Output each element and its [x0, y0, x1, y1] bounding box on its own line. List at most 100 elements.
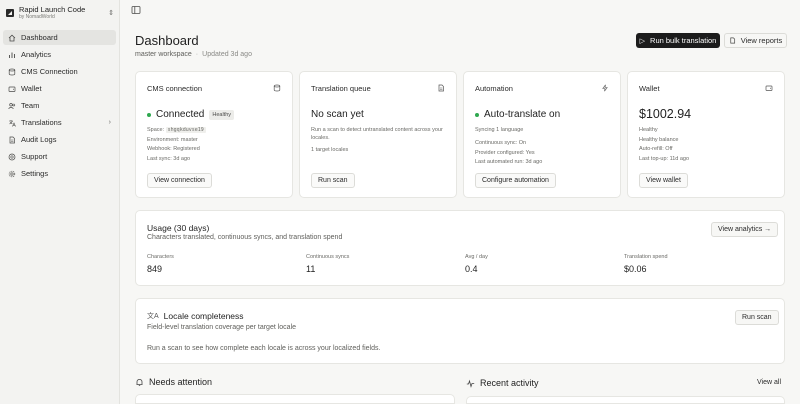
recent-activity-panel	[466, 396, 785, 404]
wallet-details: Healthy Healthy balance Auto-refill: Off…	[639, 127, 690, 162]
home-icon	[8, 34, 16, 42]
wallet-balance: $1002.94	[639, 107, 692, 121]
document-icon	[437, 84, 445, 92]
main-content: Dashboard master workspace · Updated 3d ag…	[120, 0, 800, 404]
sidebar-item-label: Settings	[21, 169, 49, 178]
view-reports-button[interactable]: View reports	[724, 33, 787, 48]
locale-completeness-card: 文A Locale completeness Field-level trans…	[135, 298, 785, 364]
languages-icon	[8, 119, 16, 127]
sidebar: Rapid Launch Code by NomadWorld ⇕ Dashbo…	[0, 0, 120, 404]
sidebar-item-settings[interactable]: Settings	[3, 166, 116, 181]
cms-details: Space: shgqkduvse19 Environment: master …	[147, 127, 206, 162]
sidebar-item-wallet[interactable]: Wallet	[3, 81, 116, 96]
sidebar-item-label: Wallet	[21, 84, 42, 93]
wallet-icon	[765, 84, 773, 92]
usage-title: Usage (30 days)	[147, 223, 210, 233]
recent-activity-header: Recent activity	[466, 378, 539, 388]
locale-subtitle: Field-level translation coverage per tar…	[147, 324, 297, 331]
sidebar-item-label: CMS Connection	[21, 67, 78, 76]
view-connection-button[interactable]: View connection	[147, 173, 212, 188]
sidebar-item-label: Translations	[21, 118, 62, 127]
workspace-logo-icon	[6, 9, 14, 17]
database-icon	[273, 84, 281, 92]
metric-value: 0.4	[465, 264, 478, 274]
chevron-updown-icon: ⇕	[108, 10, 114, 17]
sidebar-item-label: Audit Logs	[21, 135, 57, 144]
needs-attention-header: Needs attention	[135, 377, 212, 387]
bell-icon	[135, 378, 144, 387]
locale-title: Locale completeness	[163, 311, 244, 321]
usage-card: Usage (30 days) Characters translated, c…	[135, 210, 785, 286]
configure-automation-button[interactable]: Configure automation	[475, 173, 556, 188]
space-id: shgqkduvse19	[165, 127, 206, 133]
needs-attention-panel	[135, 394, 455, 404]
document-icon	[729, 37, 736, 44]
queue-status: No scan yet	[311, 109, 364, 120]
status-dot	[475, 112, 479, 117]
run-scan-button[interactable]: Run scan	[311, 173, 355, 188]
syncing-count: Syncing 1 language	[475, 127, 524, 133]
database-icon	[8, 68, 16, 76]
connection-status: Connected Healthy	[147, 109, 235, 120]
view-all-link[interactable]: View all	[757, 379, 781, 386]
support-icon	[8, 153, 16, 161]
sidebar-item-dashboard[interactable]: Dashboard	[3, 30, 116, 45]
sidebar-nav: Dashboard Analytics CMS Connection Walle…	[3, 30, 116, 183]
sidebar-item-label: Support	[21, 152, 48, 161]
view-analytics-button[interactable]: View analytics →	[711, 222, 779, 237]
run-scan-button[interactable]: Run scan	[735, 310, 779, 325]
analytics-icon	[8, 51, 16, 59]
workspace-switcher[interactable]: Rapid Launch Code by NomadWorld ⇕	[6, 4, 114, 22]
workspace-name: Rapid Launch Code	[19, 5, 86, 15]
metric-value: 849	[147, 264, 163, 274]
wallet-card: Wallet $1002.94 Healthy Healthy balance …	[627, 71, 785, 198]
sidebar-item-analytics[interactable]: Analytics	[3, 47, 116, 62]
sidebar-item-cms-connection[interactable]: CMS Connection	[3, 64, 116, 79]
translation-queue-card: Translation queue No scan yet Run a scan…	[299, 71, 457, 198]
sidebar-item-audit-logs[interactable]: Audit Logs	[3, 132, 116, 147]
workspace-label: master workspace	[135, 51, 192, 58]
page-subtitle: master workspace · Updated 3d ago	[135, 51, 252, 58]
automation-status: Auto-translate on	[475, 109, 560, 120]
updated-label: Updated 3d ago	[202, 51, 252, 58]
locale-message: Run a scan to see how complete each loca…	[147, 345, 381, 352]
target-locales: 1 target locales	[311, 147, 349, 153]
play-icon: ▷	[639, 37, 646, 45]
sidebar-item-label: Analytics	[21, 50, 52, 59]
sidebar-item-support[interactable]: Support	[3, 149, 116, 164]
cms-connection-card: CMS connection Connected Healthy Space: …	[135, 71, 293, 198]
status-badge: Healthy	[209, 109, 235, 120]
sidebar-item-label: Team	[21, 101, 40, 110]
view-wallet-button[interactable]: View wallet	[639, 173, 688, 188]
gear-icon	[8, 170, 16, 178]
card-title: Automation	[475, 84, 513, 93]
document-icon	[8, 136, 16, 144]
card-title: Wallet	[639, 84, 660, 93]
run-bulk-translation-button[interactable]: ▷ Run bulk translation	[636, 33, 720, 48]
metric-value: 11	[306, 264, 316, 274]
sidebar-toggle-icon[interactable]	[131, 5, 141, 15]
languages-icon: 文A	[147, 313, 159, 320]
metric-label: Translation spend	[624, 254, 668, 260]
sidebar-item-translations[interactable]: Translations ›	[3, 115, 116, 130]
card-title: Translation queue	[311, 84, 371, 93]
automation-details: Continuous sync: On Provider configured:…	[475, 140, 543, 165]
queue-description: Run a scan to detect untranslated conten…	[311, 127, 443, 141]
automation-card: Automation Auto-translate on Syncing 1 l…	[463, 71, 621, 198]
usage-subtitle: Characters translated, continuous syncs,…	[147, 234, 343, 241]
metric-value: $0.06	[624, 264, 647, 274]
sidebar-item-team[interactable]: Team	[3, 98, 116, 113]
metric-label: Continuous syncs	[306, 254, 350, 260]
sidebar-item-label: Dashboard	[21, 33, 58, 42]
card-title: CMS connection	[147, 84, 203, 93]
page-title: Dashboard	[135, 33, 199, 48]
metric-label: Avg / day	[465, 254, 488, 260]
team-icon	[8, 102, 16, 110]
activity-icon	[466, 379, 475, 388]
status-dot	[147, 112, 151, 117]
chevron-right-icon: ›	[108, 119, 111, 126]
wallet-icon	[8, 85, 16, 93]
metric-label: Characters	[147, 254, 174, 260]
lightning-icon	[601, 84, 609, 92]
workspace-owner: by NomadWorld	[19, 13, 55, 20]
